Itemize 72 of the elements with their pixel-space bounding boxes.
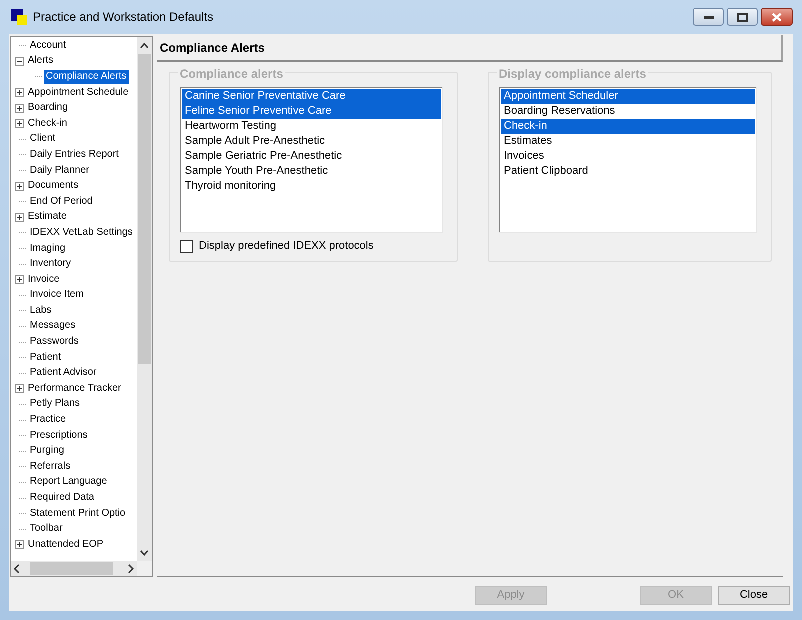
scroll-left-icon[interactable] [13, 564, 22, 574]
expand-icon[interactable] [15, 212, 24, 222]
vertical-scrollbar[interactable] [137, 37, 152, 561]
expand-icon[interactable] [15, 540, 24, 550]
list-item[interactable]: Sample Youth Pre-Anesthetic [182, 164, 441, 179]
tree-item[interactable]: Patient Advisor [28, 366, 99, 380]
tree-item[interactable]: Passwords [28, 335, 81, 350]
tree-item[interactable]: Required Data [28, 491, 96, 506]
dialog-button[interactable]: Close [718, 586, 790, 604]
tree-item[interactable]: IDEXX VetLab Settings [28, 226, 135, 240]
scrollbar-corner [137, 561, 152, 576]
tree-item[interactable]: Labs [28, 304, 54, 318]
tree-item[interactable]: Alerts [26, 54, 56, 68]
horizontal-scrollbar[interactable] [11, 561, 137, 576]
tree-item[interactable]: Unattended EOP [26, 538, 106, 552]
tree-item[interactable]: Client [28, 132, 58, 146]
checkbox[interactable] [180, 240, 193, 253]
close-button[interactable] [761, 8, 793, 26]
minimize-button[interactable] [693, 8, 724, 26]
tree-item[interactable]: Daily Entries Report [28, 148, 121, 162]
scroll-right-icon[interactable] [126, 564, 135, 574]
expand-icon[interactable] [15, 88, 24, 98]
tree-item[interactable]: Imaging [28, 242, 68, 256]
tree-item[interactable]: Practice [28, 413, 68, 428]
expand-icon[interactable] [15, 384, 24, 394]
tree-item[interactable]: Petly Plans [28, 397, 82, 412]
expand-icon[interactable] [15, 104, 24, 113]
tree-item[interactable]: Referrals [28, 460, 73, 474]
list-item[interactable]: Boarding Reservations [501, 104, 755, 119]
tree-item[interactable]: Daily Planner [28, 164, 92, 178]
close-icon [772, 12, 782, 22]
tree-item[interactable]: Compliance Alerts [44, 70, 129, 84]
tree-item[interactable]: Documents [26, 179, 81, 194]
app-icon [11, 9, 27, 25]
tree-item[interactable]: Prescriptions [28, 428, 90, 443]
tree-item[interactable]: Patient [28, 350, 64, 365]
window-title: Practice and Workstation Defaults [33, 9, 214, 26]
tree-item[interactable]: End Of Period [28, 194, 95, 209]
list-item[interactable]: Thyroid monitoring [182, 179, 441, 194]
checkbox-label: Display predefined IDEXX protocols [199, 239, 374, 254]
tree-item[interactable]: Check-in [26, 116, 70, 131]
list-item[interactable]: Sample Geriatric Pre-Anesthetic [182, 149, 441, 164]
list-item[interactable]: Canine Senior Preventative Care [182, 89, 441, 104]
list-item[interactable]: Invoices [501, 149, 755, 164]
tree-item[interactable]: Estimate [26, 210, 69, 224]
expand-icon[interactable] [15, 119, 24, 128]
minimize-icon [704, 15, 714, 19]
expand-icon[interactable] [15, 275, 24, 284]
tree-item[interactable]: Performance Tracker [26, 382, 124, 396]
tree-item[interactable]: Statement Print Optio [28, 506, 128, 521]
list-item[interactable]: Check-in [501, 119, 755, 134]
list-item[interactable]: Sample Adult Pre-Anesthetic [182, 134, 441, 149]
tree-item[interactable]: Invoice Item [28, 288, 86, 302]
tree-item[interactable]: Inventory [28, 257, 74, 272]
list-item[interactable]: Feline Senior Preventive Care [182, 104, 441, 119]
tree-item[interactable]: Account [28, 38, 68, 53]
maximize-button[interactable] [727, 8, 758, 26]
list-item[interactable]: Appointment Scheduler [501, 89, 755, 104]
tree-item[interactable]: Boarding [26, 101, 70, 116]
expand-icon[interactable] [15, 182, 24, 191]
tree-item[interactable]: Invoice [26, 272, 62, 287]
list-item[interactable]: Heartworm Testing [182, 119, 441, 134]
tree-item[interactable]: Purging [28, 444, 66, 458]
tree-item[interactable]: Toolbar [28, 522, 65, 536]
list-item[interactable]: Estimates [501, 134, 755, 149]
list-item[interactable]: Patient Clipboard [501, 164, 755, 179]
tree-item[interactable]: Report Language [28, 475, 110, 490]
panel-header: Compliance Alerts [157, 35, 783, 62]
collapse-icon[interactable] [15, 56, 24, 66]
maximize-icon [737, 12, 748, 22]
tree-item[interactable]: Appointment Schedule [26, 86, 131, 100]
tree-item[interactable]: Messages [28, 319, 78, 334]
